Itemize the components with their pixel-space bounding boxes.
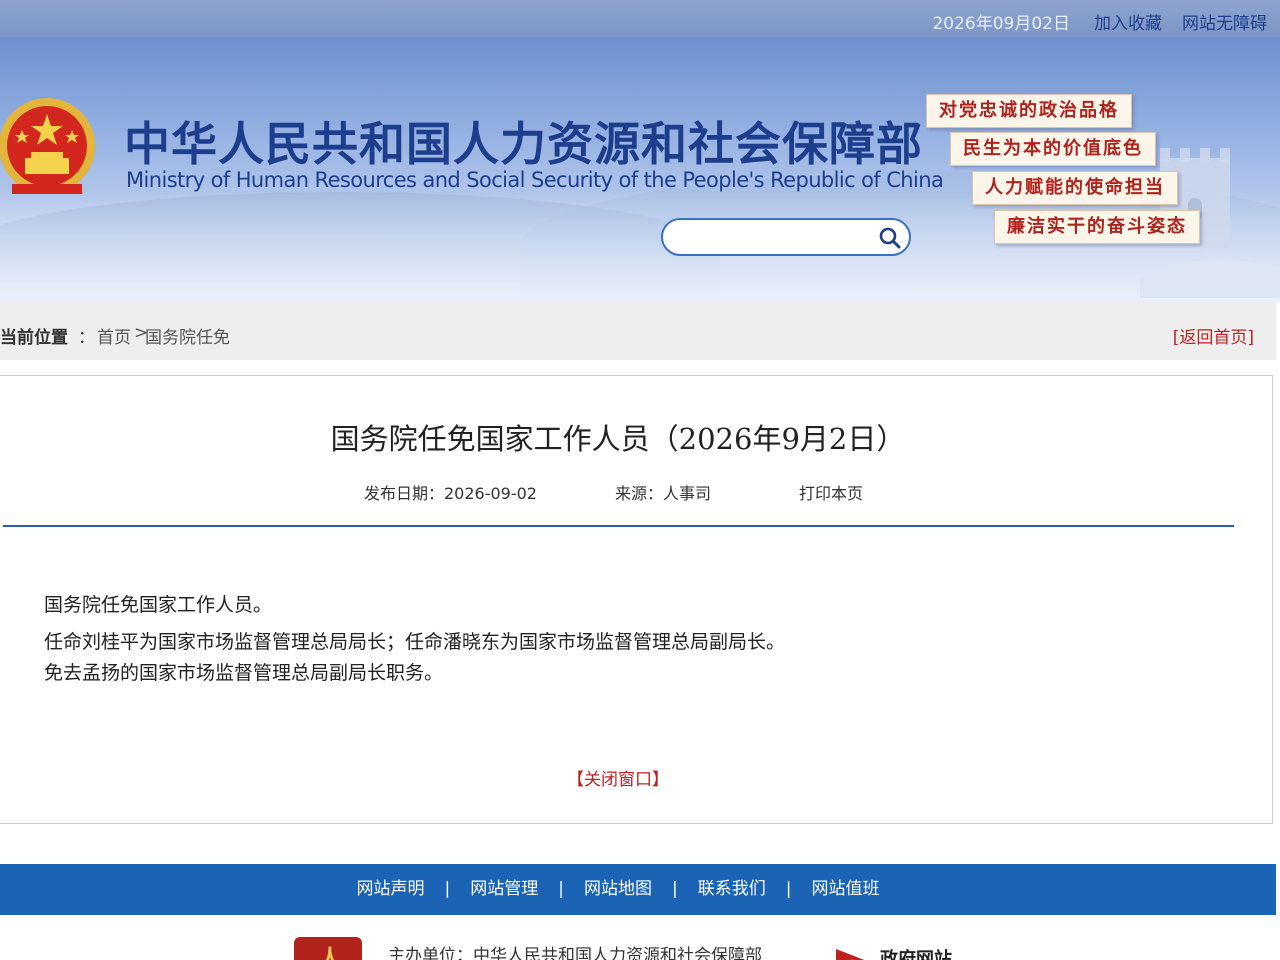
breadcrumb-current-link[interactable]: 国务院任免	[145, 323, 230, 348]
footer-separator: |	[672, 879, 678, 899]
publish-date: 发布日期：2026-09-02	[364, 484, 537, 503]
current-date: 2026年09月02日	[932, 14, 1070, 34]
article-source: 来源：人事司	[615, 484, 712, 503]
search-box	[661, 218, 911, 256]
article-paragraph: 免去孟扬的国家市场监督管理总局副局长职务。	[44, 662, 444, 684]
footer-info: 人 主办单位：中华人民共和国人力资源和社会保障部 政府网站	[0, 915, 1280, 960]
close-window-link[interactable]: 【关闭窗口】	[0, 765, 1236, 790]
breadcrumb-home-link[interactable]: 首页	[97, 323, 131, 348]
title-divider	[3, 525, 1234, 527]
slogan-banner: 民生为本的价值底色	[950, 132, 1156, 166]
back-home-link[interactable]: [返回首页]	[1173, 323, 1254, 348]
add-favorite-link[interactable]: 加入收藏	[1094, 9, 1162, 34]
footer-link-statement[interactable]: 网站声明	[337, 879, 445, 899]
top-bar: 2026年09月02日 加入收藏 网站无障碍	[0, 0, 1280, 38]
footer-links: 网站声明 | 网站管理 | 网站地图 | 联系我们 | 网站值班	[0, 864, 1236, 915]
banner-haze-decor	[0, 192, 1280, 302]
footer-link-contact[interactable]: 联系我们	[678, 879, 786, 899]
print-page-link[interactable]: 打印本页	[799, 480, 863, 504]
footer-link-sitemap[interactable]: 网站地图	[564, 879, 672, 899]
site-title-chinese: 中华人民共和国人力资源和社会保障部	[124, 117, 923, 171]
footer-link-management[interactable]: 网站管理	[450, 879, 558, 899]
footer-link-duty[interactable]: 网站值班	[791, 879, 899, 899]
breadcrumb: 当前位置 ： 首页 > 国务院任免 [返回首页]	[0, 302, 1276, 360]
breadcrumb-label: 当前位置	[0, 328, 68, 348]
party-emblem-icon: 人	[294, 937, 362, 960]
article-paragraph: 国务院任免国家工作人员。	[44, 594, 273, 616]
slogan-banner: 人力赋能的使命担当	[972, 171, 1178, 205]
host-organization: 主办单位：中华人民共和国人力资源和社会保障部	[388, 946, 762, 960]
article-panel: 国务院任免国家工作人员（2026年9月2日） 发布日期：2026-09-02 来…	[0, 375, 1273, 824]
search-input[interactable]	[675, 225, 879, 251]
site-banner: 中华人民共和国人力资源和社会保障部 Ministry of Human Reso…	[0, 38, 1280, 302]
government-site-icon[interactable]	[834, 939, 874, 960]
article-title: 国务院任免国家工作人员（2026年9月2日）	[330, 422, 906, 456]
search-icon[interactable]	[877, 225, 903, 251]
article-paragraph: 任命刘桂平为国家市场监督管理总局局长；任命潘晓东为国家市场监督管理总局副局长。	[44, 631, 786, 653]
site-title-english: Ministry of Human Resources and Social S…	[126, 168, 944, 192]
slogan-banner: 廉洁实干的奋斗姿态	[994, 210, 1200, 244]
national-emblem-icon	[0, 98, 95, 194]
footer-nav: 网站声明 | 网站管理 | 网站地图 | 联系我们 | 网站值班	[0, 864, 1276, 915]
breadcrumb-colon: ：	[78, 328, 95, 348]
government-site-link[interactable]: 政府网站	[880, 945, 952, 960]
accessibility-link[interactable]: 网站无障碍	[1182, 9, 1267, 34]
party-emblem-char: 人	[318, 944, 342, 960]
slogan-banner: 对党忠诚的政治品格	[926, 94, 1132, 128]
